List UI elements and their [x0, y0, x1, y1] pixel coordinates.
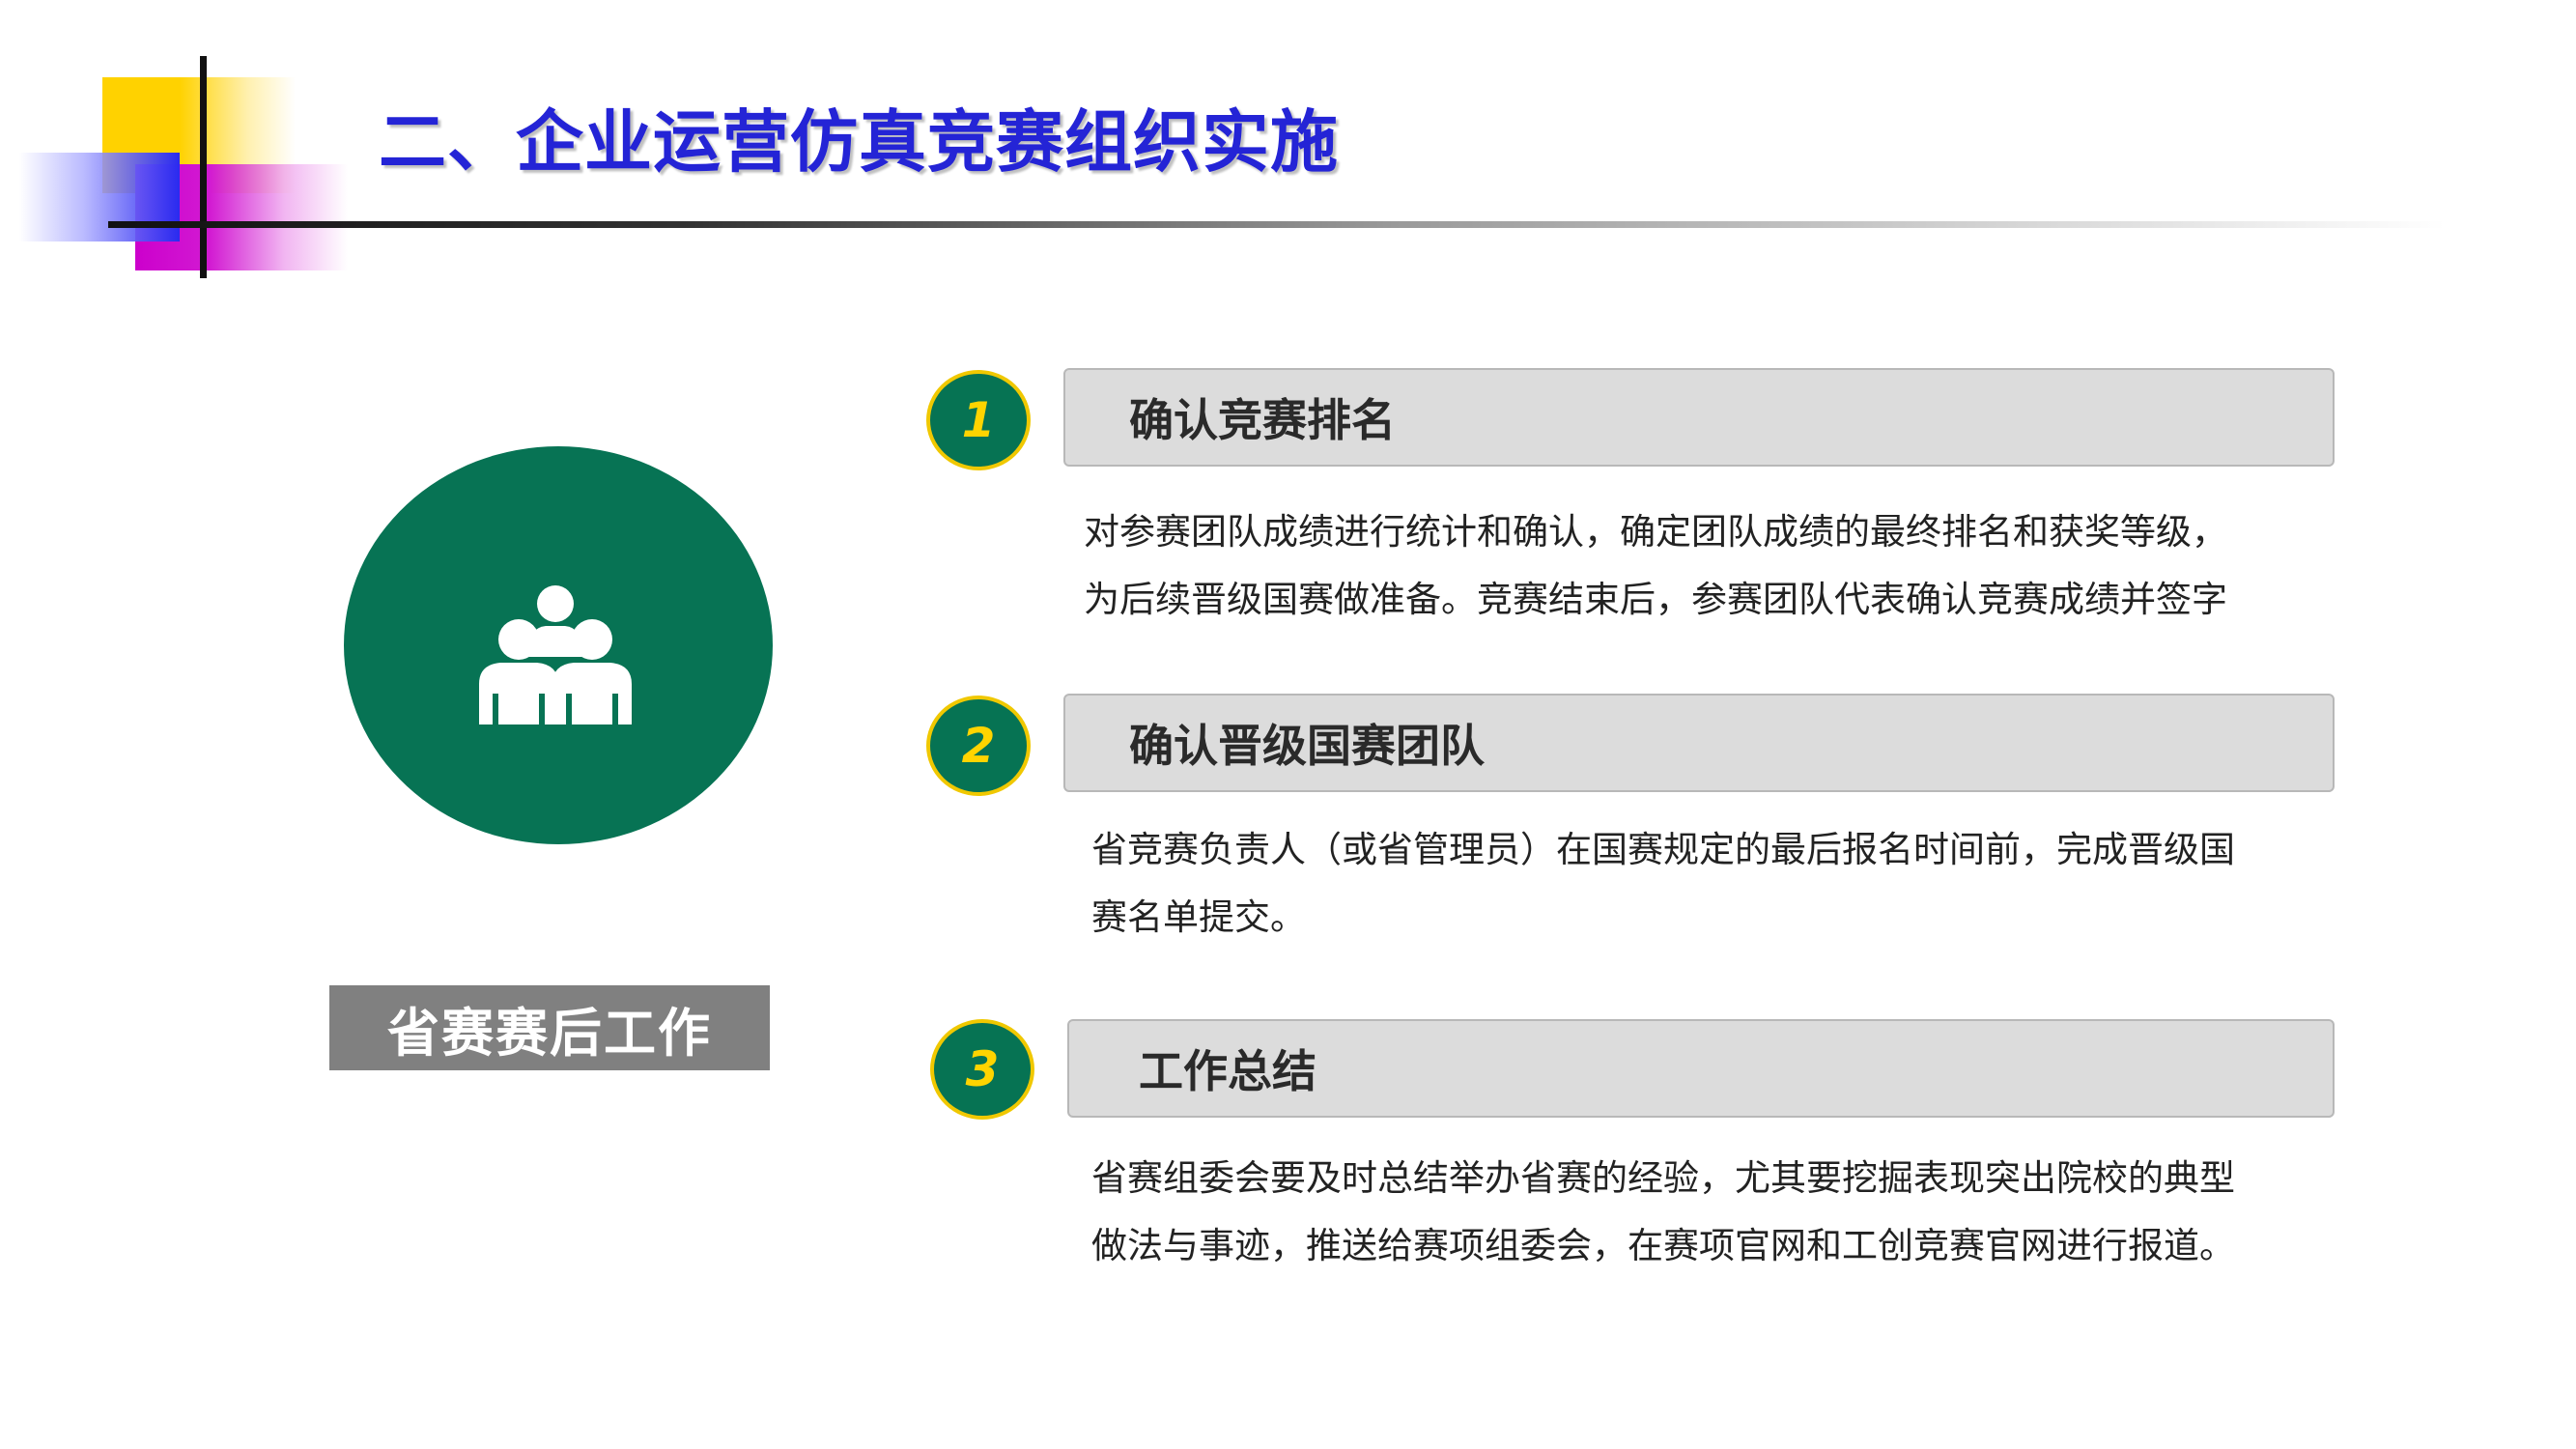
step-3-line-2: 做法与事迹，推送给赛项组委会，在赛项官网和工创竞赛官网进行报道。 [1091, 1225, 2235, 1266]
step-1-title-bar: 确认竞赛排名 [1063, 368, 2335, 467]
step-3-description: 省赛组委会要及时总结举办省赛的经验，尤其要挖掘表现突出院校的典型 做法与事迹，推… [1091, 1145, 2235, 1280]
step-1-number-badge: 1 [926, 370, 1031, 470]
step-2-line-2: 赛名单提交。 [1091, 896, 1306, 938]
step-1-number: 1 [961, 392, 996, 448]
step-2-number: 2 [961, 718, 996, 774]
step-1-line-2: 为后续晋级国赛做准备。竞赛结束后，参赛团队代表确认竞赛成绩并签字 [1084, 579, 2227, 620]
step-3-line-1: 省赛组委会要及时总结举办省赛的经验，尤其要挖掘表现突出院校的典型 [1091, 1157, 2235, 1199]
step-3-number-badge: 3 [930, 1019, 1034, 1120]
step-3-title: 工作总结 [1139, 1045, 1316, 1097]
step-3-number: 3 [965, 1041, 1000, 1097]
step-2-title-bar: 确认晋级国赛团队 [1063, 694, 2335, 792]
left-label: 省赛赛后工作 [387, 1002, 712, 1064]
team-icon [479, 585, 632, 724]
step-1-description: 对参赛团队成绩进行统计和确认，确定团队成绩的最终排名和获奖等级， 为后续晋级国赛… [1084, 498, 2227, 634]
step-2-description: 省竞赛负责人（或省管理员）在国赛规定的最后报名时间前，完成晋级国 赛名单提交。 [1091, 816, 2235, 952]
header-decoration-blue [19, 153, 180, 242]
header-divider-line [108, 221, 2446, 228]
left-label-box: 省赛赛后工作 [329, 985, 770, 1070]
step-1-title: 确认竞赛排名 [1129, 394, 1396, 446]
step-2-number-badge: 2 [926, 696, 1031, 796]
slide: 二、企业运营仿真竞赛组织实施 省赛赛后工作 1 确认竞赛排名 对参赛团队成绩进行… [0, 0, 2576, 1449]
step-2-title: 确认晋级国赛团队 [1129, 720, 1485, 772]
page-title: 二、企业运营仿真竞赛组织实施 [379, 102, 1339, 182]
step-3-title-bar: 工作总结 [1067, 1019, 2335, 1118]
header-decoration-vertical-line [200, 56, 207, 278]
step-2-line-1: 省竞赛负责人（或省管理员）在国赛规定的最后报名时间前，完成晋级国 [1091, 829, 2235, 870]
step-1-line-1: 对参赛团队成绩进行统计和确认，确定团队成绩的最终排名和获奖等级， [1084, 511, 2227, 553]
